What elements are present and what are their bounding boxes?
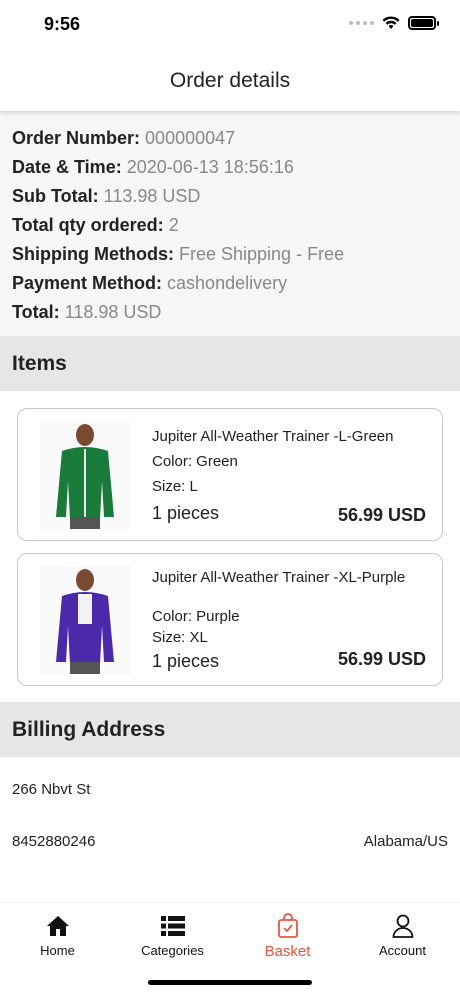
billing-section-header: Billing Address <box>0 702 460 757</box>
battery-icon <box>408 16 439 30</box>
page-title: Order details <box>169 68 291 92</box>
billing-section-title: Billing Address <box>12 717 166 741</box>
total-qty-row: Total qty ordered: 2 <box>12 211 448 240</box>
subtotal-value: 113.98 USD <box>103 186 201 206</box>
home-indicator <box>148 980 312 985</box>
items-section-header: Items <box>0 336 460 391</box>
product-image <box>40 421 130 529</box>
item-price: 56.99 USD <box>337 649 426 669</box>
tab-basket[interactable]: Basket <box>230 913 345 960</box>
signal-dots-icon <box>349 21 374 25</box>
home-icon <box>46 916 69 936</box>
tab-categories[interactable]: Categories <box>115 913 230 958</box>
payment-method-row: Payment Method: cashondelivery <box>12 269 448 298</box>
tab-account[interactable]: Account <box>345 913 460 958</box>
order-date-row: Date & Time: 2020-06-13 18:56:16 <box>12 153 448 182</box>
item-color: Color: Purple <box>152 608 240 625</box>
user-icon <box>392 914 413 938</box>
item-size: Size: L <box>152 478 198 495</box>
order-number-value: 000000047 <box>145 128 236 148</box>
tab-home[interactable]: Home <box>0 913 115 958</box>
basket-icon <box>277 913 298 938</box>
item-name: Jupiter All-Weather Trainer -L-Green <box>152 428 394 445</box>
tab-categories-label: Categories <box>141 943 204 958</box>
order-number-row: Order Number: 000000047 <box>12 124 448 153</box>
shipping-method-row: Shipping Methods: Free Shipping - Free <box>12 240 448 269</box>
item-color: Color: Green <box>152 453 238 470</box>
product-image <box>40 566 130 674</box>
payment-method-value: cashondelivery <box>167 273 288 293</box>
item-quantity: 1 pieces <box>152 651 220 671</box>
order-number-label: Order Number: <box>12 128 141 148</box>
tab-basket-label: Basket <box>264 943 311 960</box>
subtotal-row: Sub Total: 113.98 USD <box>12 182 448 211</box>
status-bar: 9:56 <box>0 0 460 50</box>
billing-address: 266 Nbvt St 8452880246 Alabama/US <box>0 757 460 902</box>
list-icon <box>160 916 185 936</box>
tab-home-label: Home <box>40 943 75 958</box>
total-qty-label: Total qty ordered: <box>12 215 164 235</box>
order-summary: Order Number: 000000047 Date & Time: 202… <box>12 124 448 327</box>
payment-method-label: Payment Method: <box>12 273 163 293</box>
order-item-card[interactable]: Jupiter All-Weather Trainer -XL-Purple C… <box>17 553 443 686</box>
item-quantity: 1 pieces <box>152 503 220 523</box>
order-item-card[interactable]: Jupiter All-Weather Trainer -L-Green Col… <box>17 408 443 541</box>
billing-phone: 8452880246 <box>12 833 96 850</box>
status-time: 9:56 <box>44 14 81 34</box>
total-qty-value: 2 <box>168 215 179 235</box>
subtotal-label: Sub Total: <box>12 186 99 206</box>
items-section-title: Items <box>12 351 67 375</box>
billing-region: Alabama/US <box>363 833 448 850</box>
wifi-icon <box>382 16 400 29</box>
order-date-value: 2020-06-13 18:56:16 <box>126 157 294 177</box>
shipping-method-label: Shipping Methods: <box>12 244 174 264</box>
billing-street: 266 Nbvt St <box>12 781 91 798</box>
order-date-label: Date & Time: <box>12 157 122 177</box>
item-size: Size: XL <box>152 629 208 646</box>
total-row: Total: 118.98 USD <box>12 298 448 327</box>
item-name: Jupiter All-Weather Trainer -XL-Purple <box>152 569 406 586</box>
shipping-method-value: Free Shipping - Free <box>179 244 345 264</box>
total-value: 118.98 USD <box>64 302 162 322</box>
tab-account-label: Account <box>379 943 426 958</box>
nav-header: Order details <box>0 50 460 111</box>
item-price: 56.99 USD <box>337 505 426 525</box>
status-icons <box>349 16 439 30</box>
items-list: Jupiter All-Weather Trainer -L-Green Col… <box>0 391 460 703</box>
total-label: Total: <box>12 302 60 322</box>
